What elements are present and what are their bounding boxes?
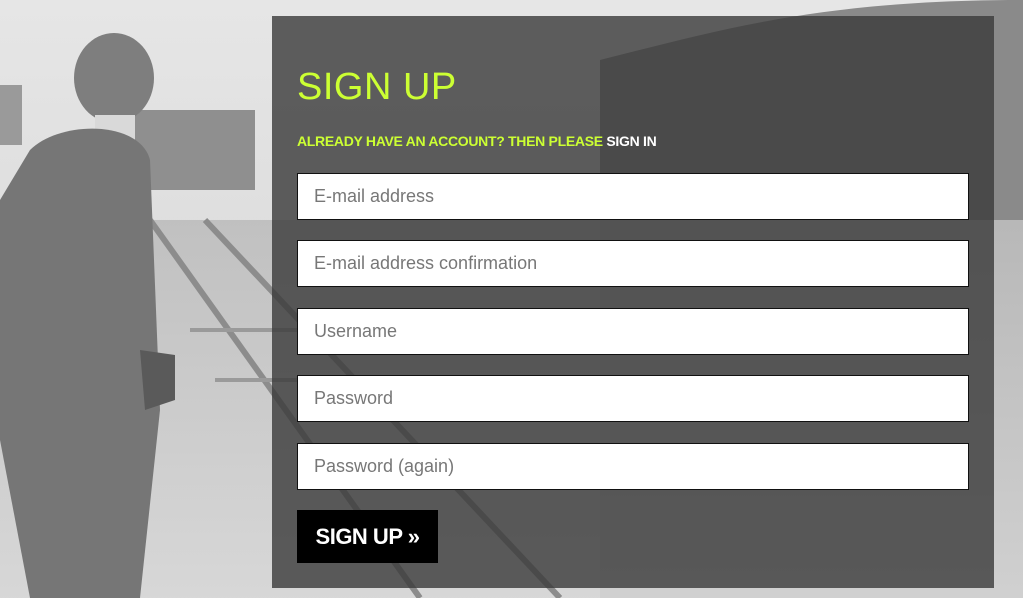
signup-panel: SIGN UP ALREADY HAVE AN ACCOUNT? THEN PL…: [272, 16, 994, 588]
signin-prompt-text: ALREADY HAVE AN ACCOUNT? THEN PLEASE: [297, 133, 603, 149]
signup-page: SIGN UP ALREADY HAVE AN ACCOUNT? THEN PL…: [0, 0, 1023, 598]
password-again-field[interactable]: [297, 443, 969, 490]
signin-link[interactable]: SIGN IN: [606, 133, 656, 149]
email-field[interactable]: [297, 173, 969, 220]
signup-button[interactable]: SIGN UP »: [297, 510, 438, 563]
page-title: SIGN UP: [297, 66, 457, 108]
email-confirmation-field[interactable]: [297, 240, 969, 287]
password-field[interactable]: [297, 375, 969, 422]
username-field[interactable]: [297, 308, 969, 355]
signin-prompt: ALREADY HAVE AN ACCOUNT? THEN PLEASE SIG…: [297, 133, 657, 149]
